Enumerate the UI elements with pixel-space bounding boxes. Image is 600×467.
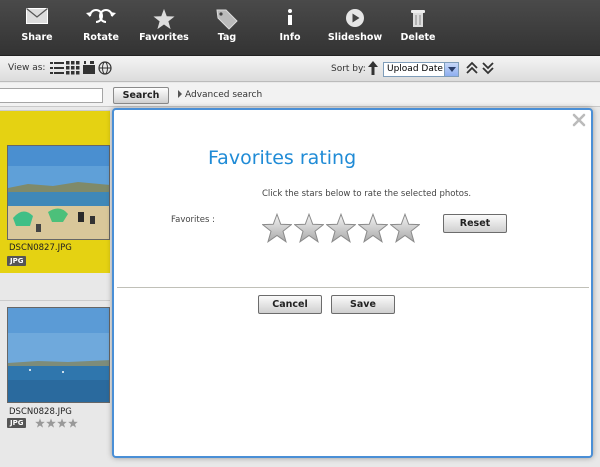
slideshow-label: Slideshow bbox=[327, 32, 383, 43]
search-bar: Search Advanced search bbox=[0, 83, 600, 107]
expand-all-icon[interactable] bbox=[482, 61, 494, 75]
delete-button[interactable]: Delete bbox=[398, 0, 438, 56]
collapse-all-icon[interactable] bbox=[466, 61, 478, 75]
delete-label: Delete bbox=[400, 32, 436, 43]
cancel-button[interactable]: Cancel bbox=[258, 295, 322, 314]
favorites-rating-dialog: Favorites rating Click the stars below t… bbox=[112, 108, 593, 458]
view-as-label: View as: bbox=[8, 63, 46, 73]
mini-star-icon bbox=[68, 418, 78, 428]
envelope-icon bbox=[26, 8, 48, 24]
rating-star-3[interactable] bbox=[326, 213, 356, 243]
info-label: Info bbox=[279, 32, 301, 43]
save-button[interactable]: Save bbox=[331, 295, 395, 314]
favorites-button[interactable]: Favorites bbox=[138, 0, 190, 56]
triangle-right-icon bbox=[178, 90, 182, 98]
tag-button[interactable]: Tag bbox=[206, 0, 248, 56]
advanced-search-link[interactable]: Advanced search bbox=[178, 90, 262, 100]
file-type-badge: JPG bbox=[7, 256, 27, 266]
sort-by-label: Sort by: bbox=[331, 64, 366, 74]
slideshow-button[interactable]: Slideshow bbox=[326, 0, 384, 56]
share-label: Share bbox=[21, 32, 53, 43]
star-icon bbox=[153, 8, 175, 30]
favorites-label: Favorites bbox=[139, 32, 189, 43]
tag-label: Tag bbox=[217, 32, 237, 43]
photo-thumbnail-sea[interactable] bbox=[7, 307, 110, 403]
search-input[interactable] bbox=[0, 88, 103, 103]
photo-filename: DSCN0828.JPG bbox=[9, 407, 72, 417]
favorites-label: Favorites : bbox=[171, 215, 215, 225]
close-icon[interactable] bbox=[572, 113, 586, 127]
reset-button[interactable]: Reset bbox=[443, 214, 507, 233]
dialog-title: Favorites rating bbox=[208, 147, 357, 169]
play-icon bbox=[346, 9, 364, 27]
chevron-down-icon bbox=[444, 63, 458, 76]
rotate-label: Rotate bbox=[83, 32, 119, 43]
file-type-badge: JPG bbox=[7, 418, 27, 428]
mini-star-icon bbox=[46, 418, 56, 428]
rating-star-2[interactable] bbox=[294, 213, 324, 243]
dialog-instruction: Click the stars below to rate the select… bbox=[262, 189, 472, 199]
rating-star-5[interactable] bbox=[390, 213, 420, 243]
mini-star-icon bbox=[57, 418, 67, 428]
rotate-icon bbox=[86, 9, 116, 23]
rating-star-4[interactable] bbox=[358, 213, 388, 243]
main-toolbar: Share Rotate Favorites Tag Info Slidesho… bbox=[0, 0, 600, 56]
photo-thumbnail-beach[interactable] bbox=[7, 145, 110, 240]
trash-icon bbox=[411, 10, 425, 27]
sort-select[interactable]: Upload Date bbox=[383, 62, 459, 77]
map-view-icon[interactable] bbox=[98, 61, 112, 75]
share-button[interactable]: Share bbox=[14, 0, 60, 56]
rating-star-1[interactable] bbox=[262, 213, 292, 243]
grid-divider bbox=[0, 300, 110, 301]
search-button[interactable]: Search bbox=[113, 87, 169, 104]
advanced-search-label: Advanced search bbox=[185, 90, 263, 100]
sort-ascending-icon[interactable] bbox=[367, 60, 379, 76]
mini-star-icon bbox=[35, 418, 45, 428]
list-view-icon[interactable] bbox=[50, 61, 64, 75]
filmstrip-view-icon[interactable] bbox=[82, 61, 96, 75]
tag-icon bbox=[216, 9, 238, 30]
dialog-divider bbox=[117, 287, 589, 289]
view-bar: View as: Sort by: Upload Date bbox=[0, 56, 600, 82]
grid-view-icon[interactable] bbox=[66, 61, 80, 75]
info-button[interactable]: Info bbox=[270, 0, 310, 56]
sort-value: Upload Date bbox=[387, 64, 443, 74]
rotate-button[interactable]: Rotate bbox=[78, 0, 124, 56]
photo-filename: DSCN0827.JPG bbox=[9, 243, 72, 253]
info-icon bbox=[288, 9, 292, 25]
